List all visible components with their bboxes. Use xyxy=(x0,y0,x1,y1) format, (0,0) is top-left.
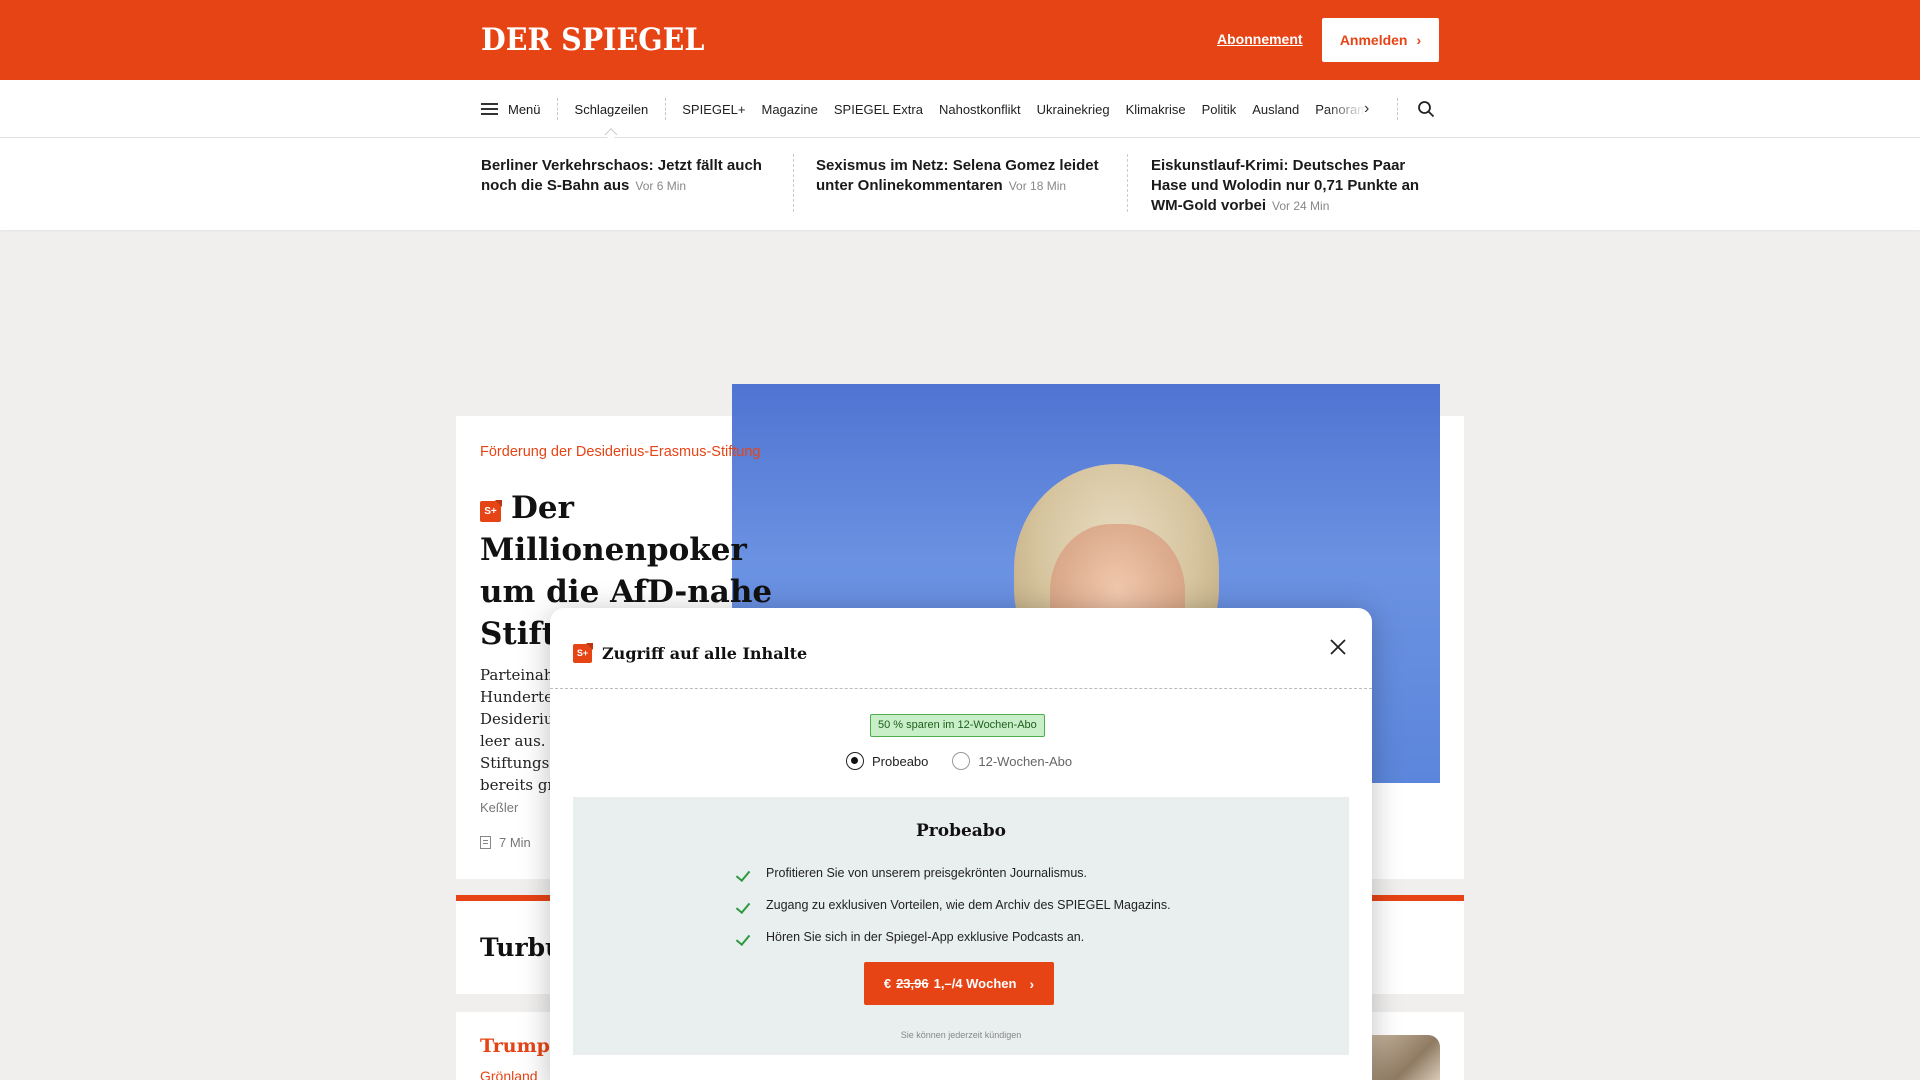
modal-title: Zugriff auf alle Inhalte xyxy=(602,644,808,663)
article-card-subkicker: Grönland xyxy=(480,1068,538,1080)
menu-label: Menü xyxy=(508,101,541,117)
nav-item[interactable]: Ukrainekrieg xyxy=(1029,102,1118,117)
subscription-modal: S+ Zugriff auf alle Inhalte 50 % sparen … xyxy=(550,608,1372,1080)
nav-divider xyxy=(1397,98,1398,120)
subscribe-button[interactable]: € 23,96 1,–/4 Wochen › xyxy=(864,962,1054,1005)
article-author: Keßler xyxy=(480,800,519,815)
nav-fade xyxy=(1326,101,1367,117)
nav-item[interactable]: SPIEGEL+ xyxy=(674,102,753,117)
chevron-right-icon: › xyxy=(1416,32,1422,48)
headline-time: Vor 6 Min xyxy=(635,179,687,193)
checkmark-icon xyxy=(738,932,752,942)
read-time-label: 7 Min xyxy=(499,835,531,850)
close-icon[interactable] xyxy=(1328,637,1348,657)
plan-option-12-wochen[interactable]: 12-Wochen-Abo xyxy=(952,752,1072,770)
checkmark-icon xyxy=(738,900,752,910)
radio-selected-icon xyxy=(846,752,864,770)
headline-strip: Berliner Verkehrschaos: Jetzt fällt auch… xyxy=(0,138,1920,230)
chevron-right-icon: › xyxy=(1029,975,1035,992)
cta-old-price: 23,96 xyxy=(896,976,929,991)
cta-currency: € xyxy=(883,976,892,991)
benefit-item: Zugang zu exklusiven Vorteilen, wie dem … xyxy=(738,889,1171,921)
plan-details: Probeabo Profitieren Sie von unserem pre… xyxy=(573,797,1349,1055)
subscription-link[interactable]: Abonnement xyxy=(1217,31,1303,47)
modal-header: S+ Zugriff auf alle Inhalte xyxy=(573,644,807,663)
site-logo[interactable]: DER SPIEGEL xyxy=(481,22,704,58)
nav-item-schlagzeilen[interactable]: Schlagzeilen xyxy=(558,98,667,120)
benefit-item: Profitieren Sie von unserem preisgekrönt… xyxy=(738,857,1171,889)
hamburger-icon xyxy=(481,103,498,115)
nav-item[interactable]: Klimakrise xyxy=(1118,102,1194,117)
nav-item[interactable]: Ausland xyxy=(1244,102,1307,117)
headline-teaser[interactable]: Sexismus im Netz: Selena Gomez leidet un… xyxy=(816,156,1106,196)
headline-title: Berliner Verkehrschaos: Jetzt fällt auch… xyxy=(481,157,762,194)
cta-new-price: 1,–/4 Wochen xyxy=(933,976,1017,991)
modal-divider xyxy=(550,688,1372,689)
plan-option-label: Probeabo xyxy=(872,753,929,769)
main-navigation: Menü Schlagzeilen SPIEGEL+ Magazine SPIE… xyxy=(0,80,1920,138)
nav-list: SPIEGEL+ Magazine SPIEGEL Extra Nahostko… xyxy=(666,101,1367,117)
search-icon[interactable] xyxy=(1417,100,1435,118)
login-button[interactable]: Anmelden › xyxy=(1322,18,1439,62)
article-card-kicker[interactable]: Trump a xyxy=(480,1035,550,1057)
spiegel-plus-badge: S+ xyxy=(480,501,501,522)
plan-option-probeabo[interactable]: Probeabo xyxy=(846,752,928,770)
nav-item[interactable]: Magazine xyxy=(753,102,825,117)
article-kicker[interactable]: Förderung der Desiderius-Erasmus-Stiftun… xyxy=(480,442,770,463)
benefit-text: Zugang zu exklusiven Vorteilen, wie dem … xyxy=(766,898,1171,912)
cancel-note: Sie können jederzeit kündigen xyxy=(900,1030,1022,1040)
benefit-text: Profitieren Sie von unserem preisgekrönt… xyxy=(766,866,1087,880)
nav-item[interactable]: Politik xyxy=(1194,102,1245,117)
radio-unselected-icon xyxy=(952,752,971,770)
plan-title: Probeabo xyxy=(915,821,1007,841)
benefit-list: Profitieren Sie von unserem preisgekrönt… xyxy=(738,857,1171,953)
plan-option-label: 12-Wochen-Abo xyxy=(978,753,1073,769)
article-read-time: 7 Min xyxy=(480,835,531,850)
checkmark-icon xyxy=(738,868,752,878)
benefit-text: Hören Sie sich in der Spiegel-App exklus… xyxy=(766,930,1085,944)
headline-teaser[interactable]: Eiskunstlauf-Krimi: Deutsches Paar Hase … xyxy=(1151,156,1441,216)
nav-item[interactable]: Nahostkonflikt xyxy=(931,102,1029,117)
headline-time: Vor 24 Min xyxy=(1272,199,1330,213)
site-header: DER SPIEGEL Abonnement Anmelden › xyxy=(0,0,1920,80)
spiegel-plus-badge: S+ xyxy=(573,644,592,663)
savings-badge: 50 % sparen im 12-Wochen-Abo xyxy=(870,714,1045,737)
plan-options: Probeabo 12-Wochen-Abo xyxy=(846,752,1072,770)
headline-divider xyxy=(793,154,794,212)
menu-button[interactable]: Menü xyxy=(481,98,558,120)
nav-item[interactable]: SPIEGEL Extra xyxy=(826,102,931,117)
nav-scroll-right-icon[interactable]: › xyxy=(1364,80,1369,138)
headline-teaser[interactable]: Berliner Verkehrschaos: Jetzt fällt auch… xyxy=(481,156,771,196)
login-button-label: Anmelden xyxy=(1339,32,1408,48)
article-card-title[interactable]: Turbul xyxy=(480,933,550,962)
document-icon xyxy=(480,836,491,849)
article-thumbnail[interactable] xyxy=(1372,1035,1440,1080)
headline-divider xyxy=(1127,154,1128,212)
headline-time: Vor 18 Min xyxy=(1008,179,1067,193)
benefit-item: Hören Sie sich in der Spiegel-App exklus… xyxy=(738,921,1171,953)
